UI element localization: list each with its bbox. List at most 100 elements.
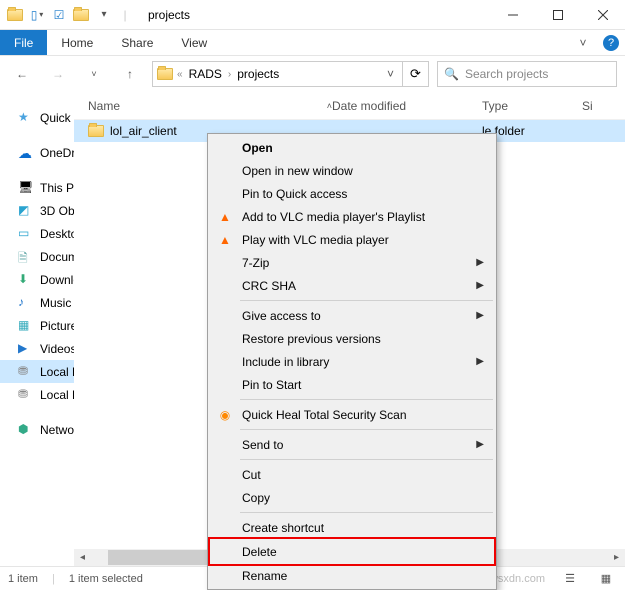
sidebar-item-music[interactable]: ♪Music [0,291,74,314]
quick-access-toolbar: ▯▾ ☑ ▾ | [0,4,140,26]
menu-item-crc-sha[interactable]: CRC SHA▶ [210,274,494,297]
downloads-icon: ⬇ [18,272,34,288]
music-icon: ♪ [18,295,34,311]
large-icons-view-button[interactable]: ▦ [595,570,617,588]
up-button[interactable]: ↑ [116,60,144,88]
qat-checkbox-icon[interactable]: ☑ [48,4,70,26]
desktop-icon: ▭ [18,226,34,242]
menu-item-include-library[interactable]: Include in library▶ [210,350,494,373]
pictures-icon: ▦ [18,318,34,334]
sidebar-item-3d-objects[interactable]: ◩3D Objects [0,199,74,222]
drive-icon: ⛃ [18,387,34,403]
home-tab[interactable]: Home [47,30,107,55]
pc-icon: 🖥 [18,180,34,196]
menu-item-rename[interactable]: Rename [210,564,494,587]
address-toolbar: ← → ˅ ↑ « RADS › projects ˅ ⟳ 🔍 Search p… [0,56,625,92]
minimize-button[interactable] [490,0,535,30]
sidebar-item-network[interactable]: ⬢Network [0,418,74,441]
search-icon: 🔍 [444,67,459,81]
menu-item-open-new-window[interactable]: Open in new window [210,159,494,182]
menu-item-vlc-playlist[interactable]: ▲Add to VLC media player's Playlist [210,205,494,228]
menu-item-pin-quick-access[interactable]: Pin to Quick access [210,182,494,205]
breadcrumb-separator: « [177,69,183,80]
qat-folder-icon[interactable] [70,4,92,26]
menu-item-open[interactable]: Open [210,136,494,159]
address-bar[interactable]: « RADS › projects ˅ [152,61,403,87]
qat-dropdown-icon[interactable]: ▾ [92,4,114,26]
menu-item-cut[interactable]: Cut [210,463,494,486]
file-name: lol_air_client [110,124,177,138]
menu-item-copy[interactable]: Copy [210,486,494,509]
forward-button[interactable]: → [44,60,72,88]
menu-item-vlc-play[interactable]: ▲Play with VLC media player [210,228,494,251]
watermark: wsxdn.com [490,573,545,585]
column-header-date[interactable]: Date modified [332,99,482,113]
highlighted-menu-item: Delete [208,537,496,566]
menu-item-send-to[interactable]: Send to▶ [210,433,494,456]
file-tab[interactable]: File [0,30,47,55]
menu-separator [240,512,493,513]
quickheal-icon: ◉ [216,406,234,424]
details-view-button[interactable]: ☰ [559,570,581,588]
cloud-icon: ☁ [18,145,34,161]
refresh-button[interactable]: ⟳ [403,61,429,87]
menu-item-delete[interactable]: Delete [210,539,494,564]
menu-item-give-access[interactable]: Give access to▶ [210,304,494,327]
star-icon: ★ [18,110,34,126]
column-headers: Name˄ Date modified Type Si [74,92,625,120]
submenu-arrow-icon: ▶ [476,280,484,291]
submenu-arrow-icon: ▶ [476,257,484,268]
column-header-size[interactable]: Si [582,99,625,113]
scroll-right-icon[interactable]: ▸ [608,549,625,566]
close-button[interactable] [580,0,625,30]
menu-item-create-shortcut[interactable]: Create shortcut [210,516,494,539]
help-button[interactable]: ? [597,30,625,55]
breadcrumb[interactable]: projects [235,67,281,81]
sidebar-item-documents[interactable]: 🗎Documents [0,245,74,268]
sidebar-item-downloads[interactable]: ⬇Downloads [0,268,74,291]
maximize-button[interactable] [535,0,580,30]
view-tab[interactable]: View [167,30,221,55]
sidebar-item-videos[interactable]: ▶Videos [0,337,74,360]
cube-icon: ◩ [18,203,34,219]
menu-separator [240,399,493,400]
window-title: projects [148,8,490,22]
title-bar: ▯▾ ☑ ▾ | projects [0,0,625,30]
qat-separator: | [114,4,136,26]
sidebar-item-onedrive[interactable]: ☁OneDrive [0,141,74,164]
vlc-icon: ▲ [216,231,234,249]
scroll-left-icon[interactable]: ◂ [74,549,91,566]
sidebar-item-local-disk-d[interactable]: ⛃Local Disk (D:) [0,383,74,406]
status-item-count: 1 item [8,573,38,585]
address-dropdown-icon[interactable]: ˅ [383,67,398,81]
network-icon: ⬢ [18,422,34,438]
search-placeholder: Search projects [465,67,548,81]
share-tab[interactable]: Share [107,30,167,55]
menu-item-7zip[interactable]: 7-Zip▶ [210,251,494,274]
context-menu: Open Open in new window Pin to Quick acc… [207,133,497,590]
menu-item-quick-heal[interactable]: ◉Quick Heal Total Security Scan [210,403,494,426]
videos-icon: ▶ [18,341,34,357]
menu-item-restore-previous[interactable]: Restore previous versions [210,327,494,350]
submenu-arrow-icon: ▶ [476,439,484,450]
sidebar-item-quick-access[interactable]: ★Quick access [0,106,74,129]
qat-properties-icon[interactable]: ▯▾ [26,4,48,26]
breadcrumb-separator: › [228,69,231,80]
documents-icon: 🗎 [18,249,34,265]
recent-locations-dropdown[interactable]: ˅ [80,60,108,88]
menu-item-pin-start[interactable]: Pin to Start [210,373,494,396]
submenu-arrow-icon: ▶ [476,356,484,367]
vlc-icon: ▲ [216,208,234,226]
ribbon-expand-icon[interactable]: ˅ [569,30,597,55]
sidebar-item-pictures[interactable]: ▦Pictures [0,314,74,337]
submenu-arrow-icon: ▶ [476,310,484,321]
breadcrumb[interactable]: RADS [187,67,224,81]
column-header-name[interactable]: Name˄ [74,99,332,113]
column-header-type[interactable]: Type [482,99,582,113]
sidebar-item-desktop[interactable]: ▭Desktop [0,222,74,245]
drive-icon: ⛃ [18,364,34,380]
sidebar-item-this-pc[interactable]: 🖥This PC [0,176,74,199]
sidebar-item-local-disk-c[interactable]: ⛃Local Disk (C:) [0,360,74,383]
back-button[interactable]: ← [8,60,36,88]
search-input[interactable]: 🔍 Search projects [437,61,617,87]
